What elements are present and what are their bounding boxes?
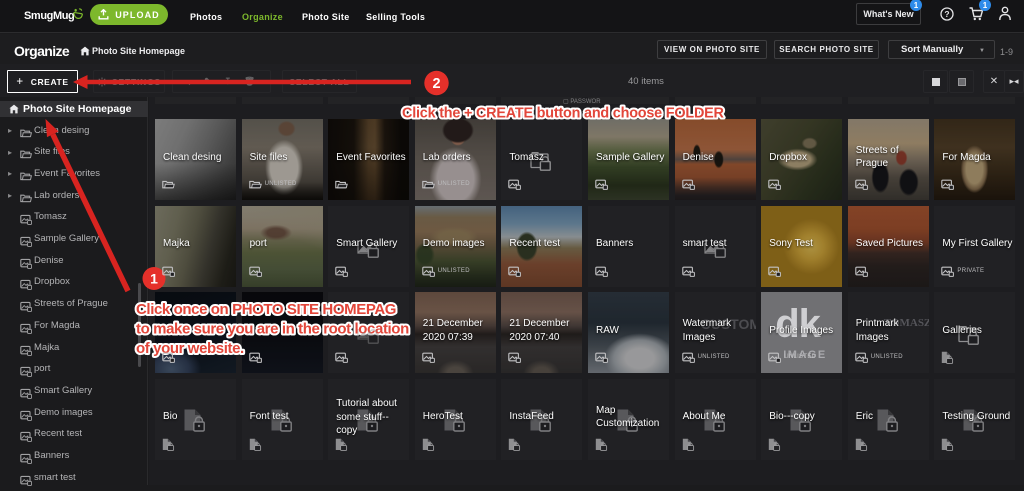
svg-text:?: ? [944,9,949,19]
